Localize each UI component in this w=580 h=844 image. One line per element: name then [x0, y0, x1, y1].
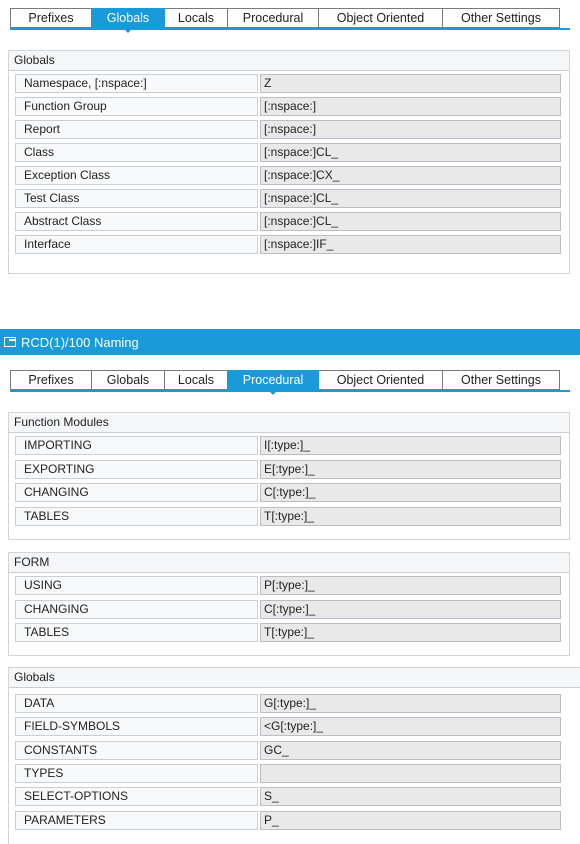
prefix-input[interactable]: [:nspace:]CL_: [260, 212, 561, 231]
field-label: PARAMETERS: [15, 810, 258, 830]
tab-underline: [10, 28, 570, 30]
tab-globals[interactable]: Globals: [92, 8, 165, 33]
setting-row-function-group: Function Group [:nspace:]: [15, 97, 561, 116]
setting-row-constants: CONSTANTS GC_: [15, 740, 561, 760]
field-label: Interface: [15, 235, 258, 254]
prefix-input[interactable]: [:nspace:]: [260, 120, 561, 139]
section-title: FORM: [9, 553, 569, 573]
field-label: CHANGING: [15, 599, 258, 619]
field-label: CONSTANTS: [15, 740, 258, 760]
tab-procedural[interactable]: Procedural: [228, 370, 319, 395]
tab-object-oriented[interactable]: Object Oriented: [319, 8, 443, 28]
field-label: SELECT-OPTIONS: [15, 787, 258, 807]
prefix-input[interactable]: [:nspace:]CL_: [260, 189, 561, 208]
prefix-input[interactable]: E[:type:]_: [260, 459, 561, 479]
field-label: EXPORTING: [15, 459, 258, 479]
section-title: Globals: [9, 668, 580, 688]
setting-row-tables: TABLES T[:type:]_: [15, 623, 561, 642]
prefix-input[interactable]: P_: [260, 810, 561, 830]
prefix-input[interactable]: C[:type:]_: [260, 483, 561, 502]
field-label: Exception Class: [15, 166, 258, 185]
tab-other-settings[interactable]: Other Settings: [443, 8, 560, 28]
prefix-input[interactable]: G[:type:]_: [260, 694, 561, 713]
field-label: IMPORTING: [15, 436, 258, 455]
tab-underline: [10, 390, 570, 392]
prefix-input[interactable]: I[:type:]_: [260, 436, 561, 455]
prefix-input[interactable]: [:nspace:]CX_: [260, 166, 561, 185]
setting-row-tables: TABLES T[:type:]_: [15, 506, 561, 526]
field-label: Function Group: [15, 97, 258, 116]
field-label: Abstract Class: [15, 212, 258, 231]
tab-procedural[interactable]: Procedural: [228, 8, 319, 28]
tab-locals[interactable]: Locals: [165, 8, 228, 28]
window-title: RCD(1)/100 Naming: [21, 334, 139, 350]
section-title: Function Modules: [9, 413, 569, 433]
tab-other-settings[interactable]: Other Settings: [443, 370, 560, 390]
setting-row-abstract-class: Abstract Class [:nspace:]CL_: [15, 212, 561, 231]
prefix-input[interactable]: GC_: [260, 740, 561, 760]
setting-row-report: Report [:nspace:]: [15, 120, 561, 139]
prefix-input[interactable]: [260, 763, 561, 783]
window-title-bar: RCD(1)/100 Naming: [0, 329, 580, 355]
field-label: TABLES: [15, 623, 258, 642]
setting-row-namespace-nspace: Namespace, [:nspace:] Z: [15, 74, 561, 93]
prefix-input[interactable]: [:nspace:]IF_: [260, 235, 561, 254]
prefix-input[interactable]: [:nspace:]: [260, 97, 561, 116]
top-tabstrip: Prefixes Globals Locals Procedural Objec…: [10, 8, 570, 33]
prefix-input[interactable]: T[:type:]_: [260, 623, 561, 642]
setting-row-field-symbols: FIELD-SYMBOLS <G[:type:]_: [15, 717, 561, 737]
prefix-input[interactable]: P[:type:]_: [260, 576, 561, 595]
setting-row-parameters: PARAMETERS P_: [15, 810, 561, 830]
section-title: Globals: [9, 51, 569, 71]
field-label: USING: [15, 576, 258, 595]
tab-locals[interactable]: Locals: [165, 370, 228, 390]
setting-row-importing: IMPORTING I[:type:]_: [15, 436, 561, 455]
setting-row-types: TYPES: [15, 763, 561, 783]
setting-row-changing: CHANGING C[:type:]_: [15, 483, 561, 502]
field-label: Test Class: [15, 189, 258, 208]
prefix-input[interactable]: [:nspace:]CL_: [260, 143, 561, 162]
window-icon: [4, 337, 16, 347]
field-label: DATA: [15, 694, 258, 713]
field-label: TYPES: [15, 763, 258, 783]
tab-globals[interactable]: Globals: [92, 370, 165, 390]
setting-row-class: Class [:nspace:]CL_: [15, 143, 561, 162]
bottom-tabstrip: Prefixes Globals Locals Procedural Objec…: [10, 370, 570, 395]
setting-row-changing: CHANGING C[:type:]_: [15, 599, 561, 619]
tab-object-oriented[interactable]: Object Oriented: [319, 370, 443, 390]
setting-row-data: DATA G[:type:]_: [15, 694, 561, 713]
field-label: TABLES: [15, 506, 258, 526]
prefix-input[interactable]: T[:type:]_: [260, 506, 561, 526]
prefix-input[interactable]: <G[:type:]_: [260, 717, 561, 737]
field-label: FIELD-SYMBOLS: [15, 717, 258, 737]
setting-row-using: USING P[:type:]_: [15, 576, 561, 595]
tab-prefixes[interactable]: Prefixes: [10, 8, 92, 28]
field-label: CHANGING: [15, 483, 258, 502]
prefix-input[interactable]: S_: [260, 787, 561, 807]
prefix-input[interactable]: Z: [260, 74, 561, 93]
tab-prefixes[interactable]: Prefixes: [10, 370, 92, 390]
setting-row-select-options: SELECT-OPTIONS S_: [15, 787, 561, 807]
field-label: Namespace, [:nspace:]: [15, 74, 258, 93]
field-label: Report: [15, 120, 258, 139]
setting-row-interface: Interface [:nspace:]IF_: [15, 235, 561, 254]
setting-row-exception-class: Exception Class [:nspace:]CX_: [15, 166, 561, 185]
field-label: Class: [15, 143, 258, 162]
prefix-input[interactable]: C[:type:]_: [260, 599, 561, 619]
setting-row-test-class: Test Class [:nspace:]CL_: [15, 189, 561, 208]
setting-row-exporting: EXPORTING E[:type:]_: [15, 459, 561, 479]
